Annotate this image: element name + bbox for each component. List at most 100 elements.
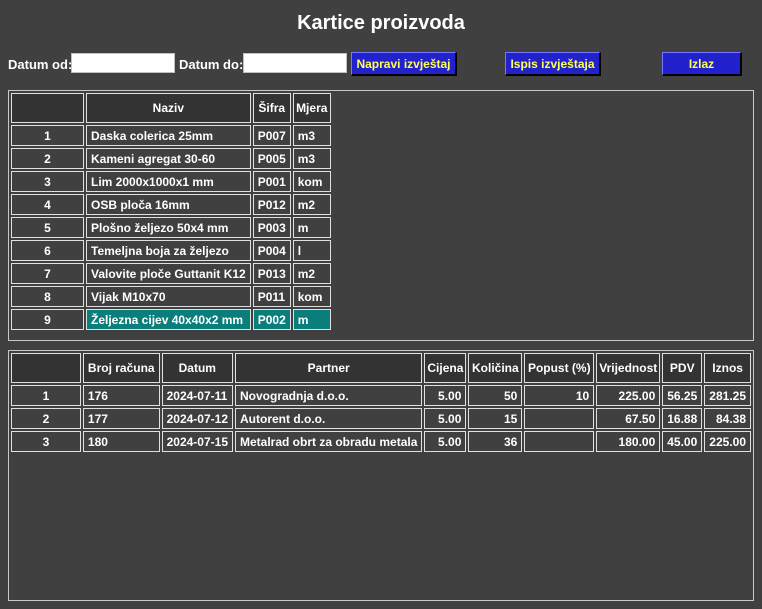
invoice-vat-cell[interactable]: 56.25 [662, 385, 703, 406]
product-row[interactable]: 2 Kameni agregat 30-60 P005 m3 [11, 148, 331, 169]
product-code-cell[interactable]: P007 [252, 125, 291, 146]
col-header-rownum [11, 93, 84, 123]
row-number[interactable]: 2 [11, 148, 84, 169]
product-row[interactable]: 5 Plošno željezo 50x4 mm P003 m [11, 217, 331, 238]
invoice-date-cell[interactable]: 2024-07-12 [161, 408, 233, 429]
product-row[interactable]: 7 Valovite ploče Guttanit K12 P013 m2 [11, 263, 331, 284]
products-panel: Naziv Šifra Mjera 1 Daska colerica 25mm P0… [8, 90, 754, 341]
row-number[interactable]: 9 [11, 309, 84, 330]
invoice-number-cell[interactable]: 180 [82, 431, 160, 452]
invoice-partner-cell[interactable]: Novogradnja d.o.o. [235, 385, 423, 406]
invoice-discount-cell[interactable] [524, 431, 595, 452]
product-code-cell[interactable]: P003 [252, 217, 291, 238]
product-name-cell[interactable]: Temeljna boja za željezo [86, 240, 251, 261]
invoice-value-cell[interactable]: 180.00 [596, 431, 661, 452]
invoice-row[interactable]: 3 180 2024-07-15 Metalrad obrt za obradu me… [11, 431, 751, 452]
invoice-partner-cell[interactable]: Metalrad obrt za obradu metala [235, 431, 423, 452]
products-header-row: Naziv Šifra Mjera [11, 93, 331, 123]
col-header-popust[interactable]: Popust (%) [524, 353, 595, 383]
col-header-mjera[interactable]: Mjera [292, 93, 331, 123]
invoice-partner-cell[interactable]: Autorent d.o.o. [235, 408, 423, 429]
make-report-button[interactable]: Napravi izvještaj [351, 52, 457, 76]
invoice-date-cell[interactable]: 2024-07-15 [161, 431, 233, 452]
exit-button[interactable]: Izlaz [662, 52, 742, 76]
invoice-discount-cell[interactable]: 10 [524, 385, 595, 406]
invoice-total-cell[interactable]: 225.00 [704, 431, 751, 452]
product-name-cell[interactable]: Daska colerica 25mm [86, 125, 251, 146]
product-unit-cell[interactable]: m3 [292, 125, 331, 146]
product-name-cell[interactable]: Vijak M10x70 [86, 286, 251, 307]
row-number[interactable]: 3 [11, 171, 84, 192]
product-unit-cell[interactable]: kom [292, 286, 331, 307]
invoice-discount-cell[interactable] [524, 408, 595, 429]
product-code-cell[interactable]: P002 [252, 309, 291, 330]
product-row[interactable]: 6 Temeljna boja za željezo P004 l [11, 240, 331, 261]
product-row[interactable]: 4 OSB ploča 16mm P012 m2 [11, 194, 331, 215]
row-number[interactable]: 6 [11, 240, 84, 261]
product-unit-cell[interactable]: m [292, 309, 331, 330]
invoice-vat-cell[interactable]: 45.00 [662, 431, 703, 452]
product-row[interactable]: 3 Lim 2000x1000x1 mm P001 kom [11, 171, 331, 192]
product-code-cell[interactable]: P012 [252, 194, 291, 215]
invoice-value-cell[interactable]: 67.50 [596, 408, 661, 429]
col-header-datum[interactable]: Datum [161, 353, 233, 383]
row-number[interactable]: 1 [11, 385, 81, 406]
date-to-input[interactable] [243, 53, 347, 73]
invoice-vat-cell[interactable]: 16.88 [662, 408, 703, 429]
date-to-label: Datum do: [179, 57, 244, 72]
product-name-cell[interactable]: OSB ploča 16mm [86, 194, 251, 215]
invoice-date-cell[interactable]: 2024-07-11 [161, 385, 233, 406]
product-code-cell[interactable]: P004 [252, 240, 291, 261]
product-code-cell[interactable]: P001 [252, 171, 291, 192]
invoice-quantity-cell[interactable]: 15 [468, 408, 523, 429]
row-number[interactable]: 5 [11, 217, 84, 238]
col-header-vrijednost[interactable]: Vrijednost [596, 353, 661, 383]
invoices-header-row: Broj računa Datum Partner Cijena Količin… [11, 353, 751, 383]
invoice-total-cell[interactable]: 281.25 [704, 385, 751, 406]
invoice-quantity-cell[interactable]: 50 [468, 385, 523, 406]
invoice-row[interactable]: 1 176 2024-07-11 Novogradnja d.o.o. 5.00 50 10… [11, 385, 751, 406]
invoice-row[interactable]: 2 177 2024-07-12 Autorent d.o.o. 5.00 15 67.50… [11, 408, 751, 429]
col-header-kolicina[interactable]: Količina [468, 353, 523, 383]
invoice-number-cell[interactable]: 176 [82, 385, 160, 406]
invoice-price-cell[interactable]: 5.00 [424, 408, 467, 429]
row-number[interactable]: 4 [11, 194, 84, 215]
product-code-cell[interactable]: P011 [252, 286, 291, 307]
col-header-pdv[interactable]: PDV [662, 353, 703, 383]
product-unit-cell[interactable]: m3 [292, 148, 331, 169]
product-unit-cell[interactable]: m2 [292, 263, 331, 284]
product-name-cell[interactable]: Željezna cijev 40x40x2 mm [86, 309, 251, 330]
product-name-cell[interactable]: Lim 2000x1000x1 mm [86, 171, 251, 192]
invoice-price-cell[interactable]: 5.00 [424, 431, 467, 452]
product-unit-cell[interactable]: m2 [292, 194, 331, 215]
col-header-iznos[interactable]: Iznos [704, 353, 751, 383]
product-unit-cell[interactable]: m [292, 217, 331, 238]
invoice-number-cell[interactable]: 177 [82, 408, 160, 429]
product-unit-cell[interactable]: kom [292, 171, 331, 192]
invoice-price-cell[interactable]: 5.00 [424, 385, 467, 406]
product-unit-cell[interactable]: l [292, 240, 331, 261]
product-code-cell[interactable]: P013 [252, 263, 291, 284]
col-header-broj-racuna[interactable]: Broj računa [82, 353, 160, 383]
invoice-value-cell[interactable]: 225.00 [596, 385, 661, 406]
product-row[interactable]: 1 Daska colerica 25mm P007 m3 [11, 125, 331, 146]
row-number[interactable]: 8 [11, 286, 84, 307]
product-name-cell[interactable]: Plošno željezo 50x4 mm [86, 217, 251, 238]
col-header-partner[interactable]: Partner [235, 353, 423, 383]
product-name-cell[interactable]: Kameni agregat 30-60 [86, 148, 251, 169]
product-row[interactable]: 9 Željezna cijev 40x40x2 mm P002 m [11, 309, 331, 330]
invoice-total-cell[interactable]: 84.38 [704, 408, 751, 429]
col-header-naziv[interactable]: Naziv [86, 93, 251, 123]
col-header-sifra[interactable]: Šifra [252, 93, 291, 123]
product-name-cell[interactable]: Valovite ploče Guttanit K12 [86, 263, 251, 284]
invoice-quantity-cell[interactable]: 36 [468, 431, 523, 452]
row-number[interactable]: 7 [11, 263, 84, 284]
product-row[interactable]: 8 Vijak M10x70 P011 kom [11, 286, 331, 307]
row-number[interactable]: 2 [11, 408, 81, 429]
product-code-cell[interactable]: P005 [252, 148, 291, 169]
row-number[interactable]: 1 [11, 125, 84, 146]
date-from-input[interactable] [71, 53, 175, 73]
row-number[interactable]: 3 [11, 431, 81, 452]
print-report-button[interactable]: Ispis izvještaja [505, 52, 601, 76]
col-header-cijena[interactable]: Cijena [424, 353, 467, 383]
